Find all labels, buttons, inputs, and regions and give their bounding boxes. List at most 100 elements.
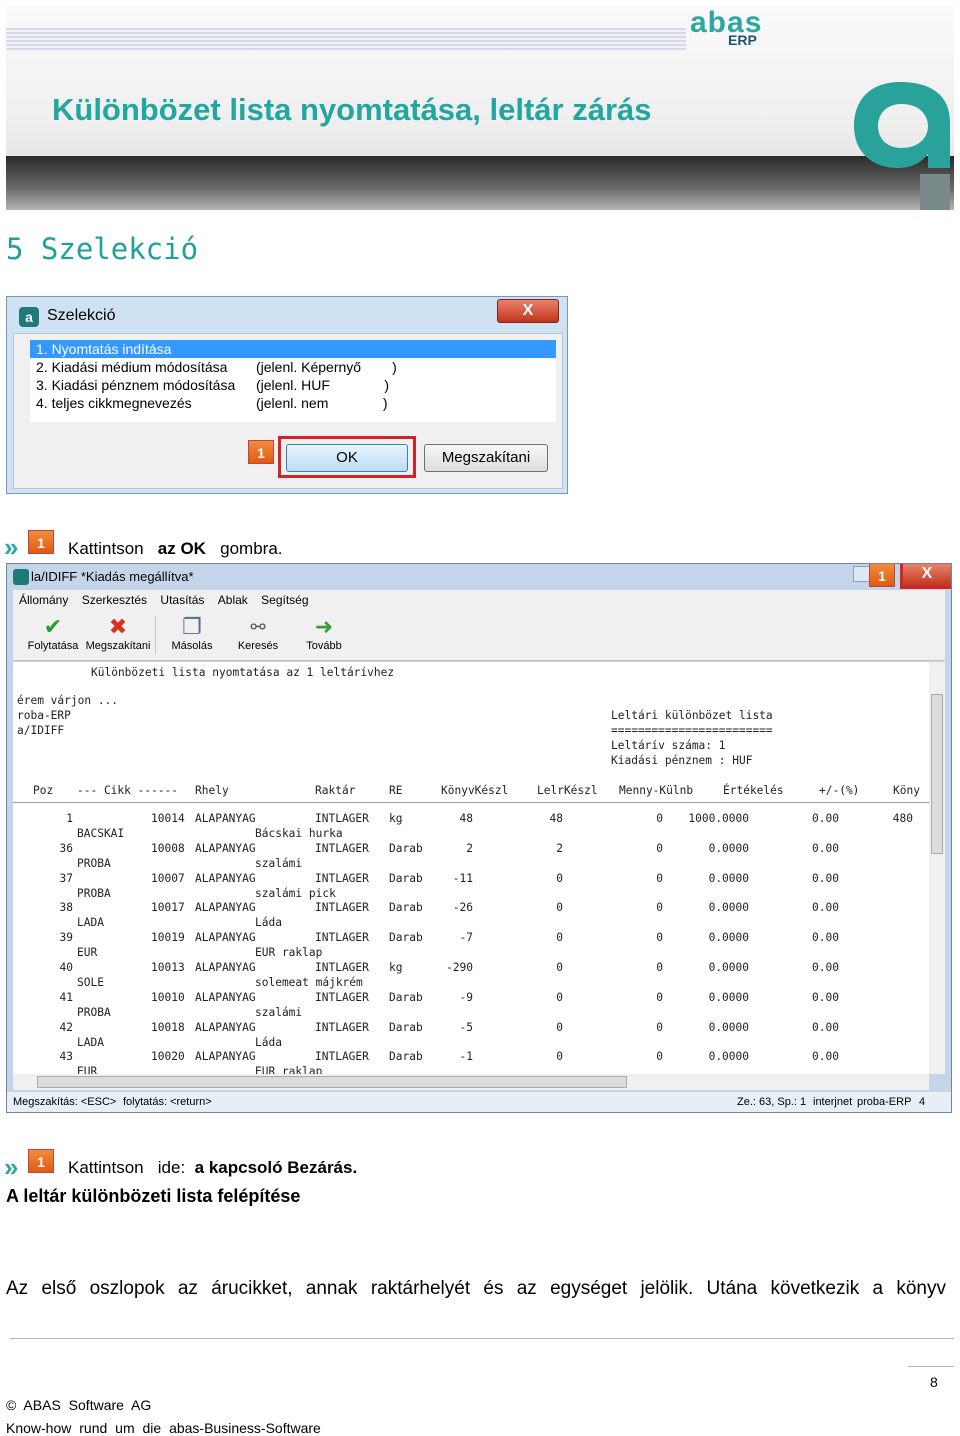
table-cell: 0.0000 (708, 1020, 749, 1034)
instruction-text: ide: (157, 1158, 186, 1177)
table-cell: 10017 (151, 901, 185, 915)
table-cell: 0.0000 (708, 871, 749, 885)
table-cell: 39 (59, 931, 73, 945)
bullet-marker: » (4, 1152, 19, 1182)
toolbar-label: Folytatása (27, 640, 79, 652)
table-cell: INTLAGER (315, 1050, 369, 1064)
app-window: la/IDIFF *Kiadás megállítva* 1 X Állomán… (6, 563, 952, 1113)
list-item-value: (jelenl. nem ) (256, 395, 388, 411)
list-item[interactable]: 1. Nyomtatás indítása (30, 340, 556, 358)
column-header: --- Cikk ------ (77, 784, 179, 797)
app-logo-icon: a (19, 307, 39, 327)
table-cell: 0.0000 (708, 901, 749, 915)
table-cell: 10020 (151, 1050, 185, 1064)
toolbar-label: Másolás (171, 640, 213, 652)
table-cell: INTLAGER (315, 841, 369, 855)
selection-dialog: a Szelekció X 1. Nyomtatás indítása 2. K… (6, 296, 568, 494)
table-cell: 0.00 (812, 1050, 839, 1064)
instruction-text: gombra. (220, 539, 283, 558)
table-cell: INTLAGER (315, 931, 369, 945)
table-cell: -11 (452, 871, 473, 885)
cancel-button[interactable]: Megszakítani (424, 444, 548, 472)
vertical-scrollbar[interactable] (929, 662, 945, 1074)
table-cell: 36 (59, 841, 73, 855)
scroll-thumb[interactable] (37, 1076, 627, 1088)
copy-button[interactable]: ❐ Másolás (169, 614, 215, 652)
table-cell: ALAPANYAG (195, 871, 256, 885)
window-close-button[interactable]: X (900, 564, 951, 589)
forward-icon: ➜ (314, 614, 334, 639)
table-cell: ALAPANYAG (195, 961, 256, 974)
status-line: érem várjon ... (17, 694, 119, 707)
banner-dark-band (6, 156, 954, 210)
table-cell: 0.0000 (708, 931, 749, 945)
search-button[interactable]: ⚯ Keresés (235, 614, 281, 652)
body-paragraph: Az első oszlopok az árucikket, annak rak… (6, 1278, 946, 1299)
list-item[interactable]: 4. teljes cikkmegnevezés (jelenl. nem ) (30, 394, 556, 412)
menu-item-edit[interactable]: Szerkesztés (82, 593, 147, 607)
footer-divider (10, 1338, 954, 1339)
list-item[interactable]: 2. Kiadási médium módosítása (jelenl. Kép… (30, 358, 556, 376)
list-item-label: 2. Kiadási médium módosítása (36, 359, 228, 375)
list-item-label: 3. Kiadási pénznem módosítása (36, 377, 236, 393)
table-cell: EUR raklap (255, 1065, 323, 1074)
table-cell: solemeat májkrém (255, 976, 363, 989)
table-cell: PROBA (77, 856, 111, 870)
table-cell: 0.00 (812, 901, 839, 915)
menu-item-file[interactable]: Állomány (19, 593, 68, 607)
table-cell: 10007 (151, 871, 185, 885)
table-cell: 0.00 (812, 1020, 839, 1034)
scroll-thumb[interactable] (931, 694, 943, 854)
list-item-label: 4. teljes cikkmegnevezés (36, 395, 192, 411)
continue-button[interactable]: ✔ Folytatása (23, 614, 83, 652)
status-text: folytatás: <return> (123, 1096, 212, 1108)
dialog-close-button[interactable]: X (497, 299, 559, 323)
table-cell: ALAPANYAG (195, 901, 256, 915)
app-logo-icon (13, 569, 29, 585)
copy-icon: ❐ (182, 614, 202, 639)
banner-stripes (6, 28, 686, 50)
window-title: la/IDIFF *Kiadás megállítva* (31, 569, 194, 584)
table-cell: 2 (556, 841, 563, 855)
section-title: 5 Szelekció (6, 232, 199, 266)
status-line: roba-ERP (17, 709, 71, 722)
table-cell: LADA (77, 916, 104, 930)
table-cell: INTLAGER (315, 812, 369, 825)
table-cell: szalámi pick (255, 886, 336, 900)
column-header: LelrKészl (537, 784, 598, 797)
step-badge: 1 (869, 564, 895, 587)
column-header: Rhely (195, 784, 229, 797)
menu-item-help[interactable]: Segítség (261, 593, 308, 607)
column-header: Raktár (315, 784, 356, 797)
table-cell: 10019 (151, 931, 185, 945)
table-cell: EUR (77, 1065, 98, 1074)
list-item[interactable]: 3. Kiadási pénznem módosítása (jelenl. HU… (30, 376, 556, 394)
menu-item-command[interactable]: Utasítás (160, 593, 204, 607)
table-cell: szalámi (255, 856, 303, 870)
table-cell: ALAPANYAG (195, 1020, 256, 1034)
column-header: Köny (893, 784, 920, 797)
cursor-position: Ze.: 63, Sp.: 1 (737, 1096, 807, 1108)
abort-button[interactable]: ✖ Megszakítani (85, 614, 151, 652)
table-cell: 0.00 (812, 871, 839, 885)
table-cell: INTLAGER (315, 1020, 369, 1034)
table-cell: INTLAGER (315, 901, 369, 915)
instruction-text: Kattintson (68, 539, 144, 558)
table-cell: EUR (77, 946, 98, 960)
next-button[interactable]: ➜ Tovább (303, 614, 345, 652)
table-cell: 48 (459, 812, 473, 825)
ok-button[interactable]: OK (286, 444, 408, 472)
table-cell: ALAPANYAG (195, 841, 256, 855)
step-badge: 1 (28, 1149, 54, 1173)
table-cell: 2 (466, 841, 473, 855)
column-header: KönyvKészl (441, 784, 509, 797)
toolbar-divider (155, 616, 156, 654)
horizontal-scrollbar[interactable] (13, 1074, 929, 1090)
instruction-text: Kattintson (68, 1158, 144, 1177)
table-cell: INTLAGER (315, 871, 369, 885)
table-cell: PROBA (77, 1005, 111, 1019)
dialog-title: Szelekció (47, 307, 116, 324)
table-cell: -1 (459, 1050, 473, 1064)
menu-item-window[interactable]: Ablak (218, 593, 248, 607)
copyright: © ABAS Software AG (6, 1397, 152, 1413)
